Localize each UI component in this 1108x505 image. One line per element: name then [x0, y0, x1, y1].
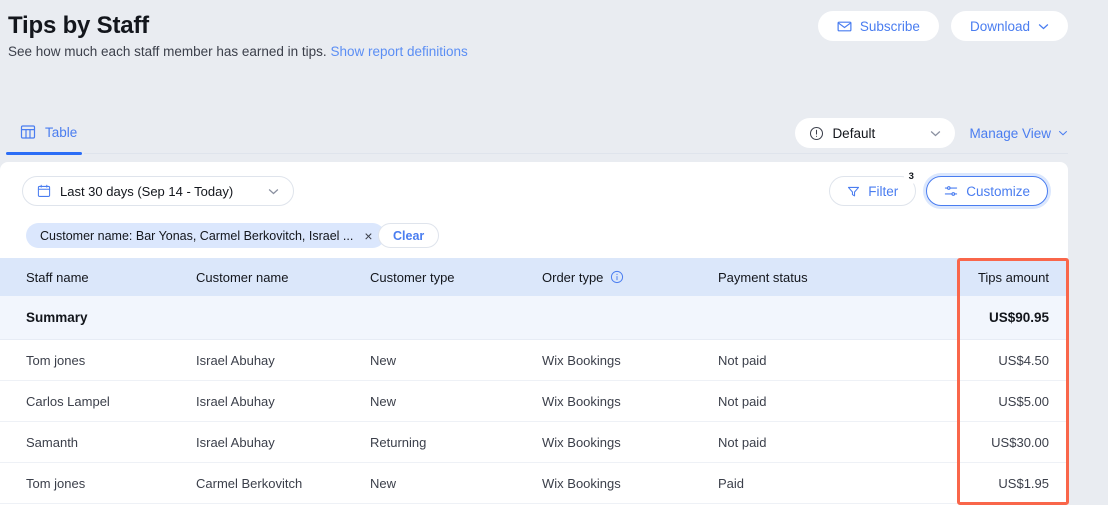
tab-baseline	[84, 153, 1068, 154]
view-select[interactable]: Default	[795, 118, 956, 148]
page-header: Tips by Staff See how much each staff me…	[0, 0, 1108, 100]
column-header-tips-amount[interactable]: Tips amount	[958, 270, 1068, 285]
filter-chip-customer-name[interactable]: Customer name: Bar Yonas, Carmel Berkovi…	[26, 223, 385, 248]
active-filters-row: Customer name: Bar Yonas, Carmel Berkovi…	[0, 218, 1068, 256]
cell-payment-status: Not paid	[718, 434, 767, 450]
view-controls: Default Manage View	[795, 118, 1068, 148]
cell-payment-status: Not paid	[718, 393, 767, 409]
close-icon[interactable]: ×	[364, 229, 372, 243]
subscribe-button[interactable]: Subscribe	[817, 11, 939, 41]
filter-bar-actions: Filter 3 Customize	[829, 170, 1048, 206]
table-header-row: Staff name Customer name Customer type O…	[0, 258, 1068, 296]
cell-customer-name: Israel Abuhay	[196, 434, 275, 450]
column-header-customer-name[interactable]: Customer name	[196, 270, 370, 285]
chevron-down-icon	[1038, 23, 1049, 30]
cell-customer-name: Carmel Berkovitch	[196, 475, 303, 491]
cell-customer-type: New	[370, 393, 397, 409]
tab-table[interactable]: Table	[8, 114, 89, 150]
cell-customer-type: Returning	[370, 434, 427, 450]
chevron-down-icon	[268, 188, 279, 195]
info-circle-icon	[809, 126, 824, 141]
download-label: Download	[969, 18, 1030, 34]
report-table: Staff name Customer name Customer type O…	[0, 258, 1068, 504]
filter-label: Filter	[868, 183, 899, 199]
cell-tips-amount: US$5.00	[998, 393, 1049, 409]
cell-customer-type: New	[370, 352, 397, 368]
cell-tips-amount: US$1.95	[998, 475, 1049, 491]
cell-customer-name: Israel Abuhay	[196, 393, 275, 409]
cell-order-type: Wix Bookings	[542, 352, 621, 368]
report-page: Tips by Staff See how much each staff me…	[0, 0, 1108, 505]
manage-view-label: Manage View	[969, 125, 1051, 141]
page-title: Tips by Staff	[8, 12, 149, 39]
view-select-value: Default	[832, 125, 876, 141]
table-icon	[20, 124, 36, 140]
summary-label: Summary	[26, 310, 88, 325]
cell-order-type: Wix Bookings	[542, 434, 621, 450]
cell-payment-status: Paid	[718, 475, 745, 491]
cell-customer-name: Israel Abuhay	[196, 352, 275, 368]
tab-active-indicator	[6, 152, 82, 155]
page-subtitle: See how much each staff member has earne…	[8, 44, 468, 59]
column-header-payment-status[interactable]: Payment status	[718, 270, 958, 285]
table-row[interactable]: Samanth Israel Abuhay Returning Wix Book…	[0, 422, 1068, 463]
cell-tips-amount: US$30.00	[991, 434, 1049, 450]
show-report-definitions-link[interactable]: Show report definitions	[330, 44, 467, 59]
date-range-select[interactable]: Last 30 days (Sep 14 - Today)	[22, 176, 294, 206]
filter-bar: Last 30 days (Sep 14 - Today) Filter 3 C…	[0, 162, 1068, 218]
download-button[interactable]: Download	[950, 11, 1068, 41]
page-subtitle-text: See how much each staff member has earne…	[8, 44, 327, 59]
table-row[interactable]: Tom jones Israel Abuhay New Wix Bookings…	[0, 340, 1068, 381]
clear-filters-button[interactable]: Clear	[378, 223, 440, 248]
calendar-icon	[37, 184, 51, 198]
tab-strip: Table Default Manage View	[0, 114, 1108, 155]
manage-view-button[interactable]: Manage View	[969, 126, 1068, 141]
column-header-order-type-label: Order type	[542, 269, 604, 285]
summary-tips-amount: US$90.95	[988, 310, 1049, 325]
table-row[interactable]: Carlos Lampel Israel Abuhay New Wix Book…	[0, 381, 1068, 422]
clear-label: Clear	[393, 228, 425, 243]
cell-customer-type: New	[370, 475, 397, 491]
filter-chip-label: Customer name: Bar Yonas, Carmel Berkovi…	[40, 228, 354, 243]
subscribe-label: Subscribe	[859, 18, 920, 34]
tab-table-label: Table	[45, 124, 78, 140]
report-card: Last 30 days (Sep 14 - Today) Filter 3 C…	[0, 162, 1068, 505]
column-header-staff-name[interactable]: Staff name	[0, 270, 196, 285]
cell-payment-status: Not paid	[718, 352, 767, 368]
chevron-down-icon	[930, 130, 941, 137]
chevron-down-icon	[1058, 130, 1068, 136]
cell-tips-amount: US$4.50	[998, 352, 1049, 368]
column-header-order-type[interactable]: Order type	[542, 270, 718, 285]
cell-staff-name: Carlos Lampel	[26, 393, 110, 409]
cell-order-type: Wix Bookings	[542, 393, 621, 409]
filter-button[interactable]: Filter 3	[829, 170, 919, 206]
envelope-icon	[837, 19, 852, 34]
column-header-customer-type[interactable]: Customer type	[370, 270, 542, 285]
date-range-value: Last 30 days (Sep 14 - Today)	[60, 183, 234, 199]
filter-count-badge: 3	[904, 170, 919, 184]
header-actions: Subscribe Download	[817, 11, 1068, 41]
cell-staff-name: Tom jones	[26, 352, 86, 368]
sliders-icon	[944, 184, 958, 198]
cell-staff-name: Samanth	[26, 434, 79, 450]
funnel-icon	[847, 185, 860, 198]
cell-order-type: Wix Bookings	[542, 475, 621, 491]
customize-label: Customize	[966, 183, 1030, 199]
customize-button[interactable]: Customize	[926, 176, 1048, 206]
table-summary-row: Summary US$90.95	[0, 296, 1068, 340]
cell-staff-name: Tom jones	[26, 475, 86, 491]
table-row[interactable]: Tom jones Carmel Berkovitch New Wix Book…	[0, 463, 1068, 504]
info-icon[interactable]	[610, 270, 624, 284]
